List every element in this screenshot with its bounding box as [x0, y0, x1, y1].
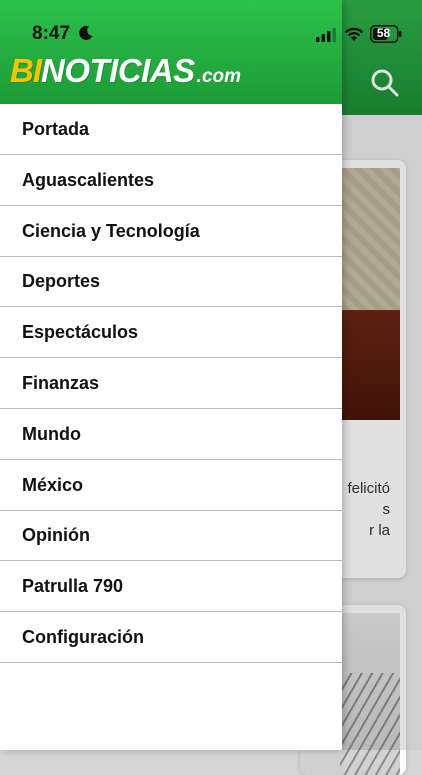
status-time: 8:47: [32, 23, 71, 44]
menu-item-portada[interactable]: Portada: [0, 104, 342, 155]
logo-bi: BI: [10, 52, 42, 89]
menu-item-deportes[interactable]: Deportes: [0, 257, 342, 308]
logo-tld: .com: [196, 66, 242, 87]
moon-icon: [79, 25, 93, 40]
drawer-header: 8:47 BI NOTICIAS .com: [0, 0, 342, 104]
menu-item-mexico[interactable]: México: [0, 461, 342, 511]
menu-item-aguascalientes[interactable]: Aguascalientes: [0, 156, 342, 206]
menu-item-ciencia-tecnologia[interactable]: Ciencia y Tecnología: [0, 207, 342, 257]
drawer-menu: Portada Aguascalientes Ciencia y Tecnolo…: [0, 104, 342, 663]
menu-item-opinion[interactable]: Opinión: [0, 511, 342, 562]
navigation-drawer: 8:47 BI NOTICIAS .com Portada Aguascalie…: [0, 0, 342, 750]
menu-item-configuracion[interactable]: Configuración: [0, 613, 342, 663]
menu-item-mundo[interactable]: Mundo: [0, 410, 342, 460]
cellular-signal-icon: [316, 28, 336, 42]
logo-main: NOTICIAS: [41, 52, 195, 89]
battery-level: 58: [376, 26, 391, 40]
wifi-icon: [344, 27, 364, 41]
menu-item-finanzas[interactable]: Finanzas: [0, 359, 342, 409]
menu-item-patrulla-790[interactable]: Patrulla 790: [0, 562, 342, 613]
menu-item-espectaculos[interactable]: Espectáculos: [0, 308, 342, 359]
site-logo[interactable]: BI NOTICIAS .com: [10, 52, 241, 90]
